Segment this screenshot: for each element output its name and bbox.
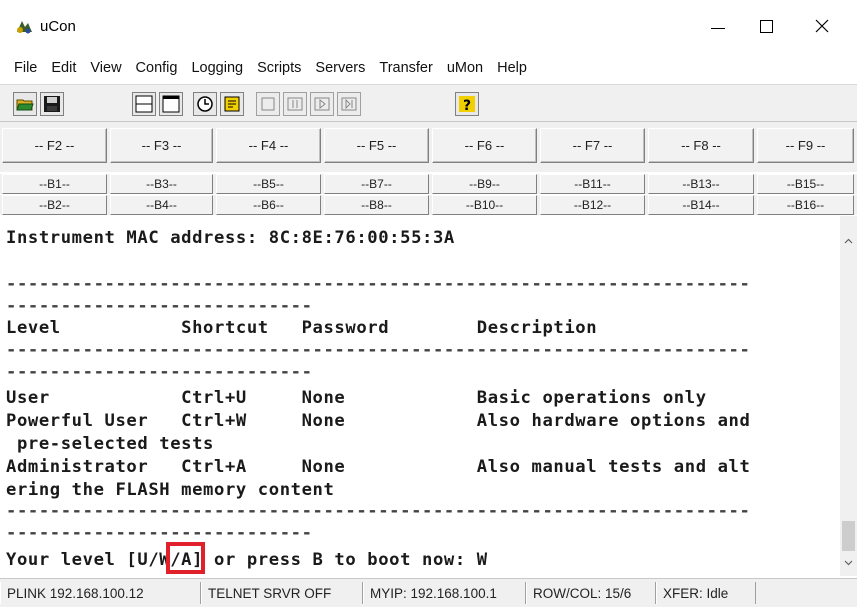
- terminal-separator: ----------------------------------------…: [6, 501, 751, 521]
- close-button[interactable]: [797, 0, 847, 52]
- play-button[interactable]: [310, 92, 334, 116]
- split-window-icon: [135, 95, 153, 113]
- title-bar: uCon: [0, 0, 857, 52]
- b4-button[interactable]: --B4--: [110, 195, 213, 215]
- f9-button[interactable]: -- F9 --: [757, 128, 854, 163]
- ucon-app-icon: [14, 18, 34, 36]
- chevron-up-icon: [844, 238, 853, 243]
- script-button[interactable]: [220, 92, 244, 116]
- b3-button[interactable]: --B3--: [110, 174, 213, 194]
- function-key-row: -- F2 -- -- F3 -- -- F4 -- -- F5 -- -- F…: [0, 122, 857, 172]
- b10-button[interactable]: --B10--: [432, 195, 537, 215]
- terminal-separator: ----------------------------------------…: [6, 274, 751, 294]
- status-myip: MYIP: 192.168.100.1: [363, 582, 526, 604]
- status-plink: PLINK 192.168.100.12: [0, 582, 201, 604]
- step-button[interactable]: [337, 92, 361, 116]
- help-icon: ?: [459, 96, 475, 113]
- terminal-separator: ----------------------------: [6, 296, 313, 316]
- terminal-line: Instrument MAC address: 8C:8E:76:00:55:3…: [6, 228, 455, 248]
- step-icon: [341, 97, 357, 111]
- f8-button[interactable]: -- F8 --: [648, 128, 754, 163]
- f6-button[interactable]: -- F6 --: [432, 128, 537, 163]
- clock-button[interactable]: [193, 92, 217, 116]
- menu-config[interactable]: Config: [130, 60, 184, 76]
- f2-button[interactable]: -- F2 --: [2, 128, 107, 163]
- b12-button[interactable]: --B12--: [540, 195, 645, 215]
- stop-button[interactable]: [256, 92, 280, 116]
- terminal-prompt: Your level [U/W/A] or press B to boot no…: [6, 550, 488, 570]
- chevron-down-icon: [844, 560, 853, 565]
- b1-button[interactable]: --B1--: [2, 174, 107, 194]
- pause-button[interactable]: [283, 92, 307, 116]
- stop-icon: [261, 97, 275, 111]
- f7-button[interactable]: -- F7 --: [540, 128, 645, 163]
- menu-file[interactable]: File: [8, 60, 43, 76]
- b9-button[interactable]: --B9--: [432, 174, 537, 194]
- menu-scripts[interactable]: Scripts: [251, 60, 307, 76]
- f4-button[interactable]: -- F4 --: [216, 128, 321, 163]
- single-window-button[interactable]: [159, 92, 183, 116]
- b5-button[interactable]: --B5--: [216, 174, 321, 194]
- terminal-separator: ----------------------------------------…: [6, 340, 751, 360]
- maximize-button[interactable]: [741, 0, 791, 52]
- help-button[interactable]: ?: [455, 92, 479, 116]
- clock-icon: [197, 96, 213, 112]
- b8-button[interactable]: --B8--: [324, 195, 429, 215]
- b11-button[interactable]: --B11--: [540, 174, 645, 194]
- scroll-down-button[interactable]: [840, 554, 857, 571]
- svg-text:?: ?: [463, 98, 471, 113]
- terminal-separator: ----------------------------: [6, 523, 313, 543]
- b7-button[interactable]: --B7--: [324, 174, 429, 194]
- minimize-button[interactable]: [693, 0, 743, 52]
- f3-button[interactable]: -- F3 --: [110, 128, 213, 163]
- b2-button[interactable]: --B2--: [2, 195, 107, 215]
- open-folder-icon: [16, 99, 34, 111]
- pause-icon: [287, 97, 303, 111]
- menu-logging[interactable]: Logging: [185, 60, 249, 76]
- scroll-up-button[interactable]: [840, 232, 857, 249]
- terminal-line: ering the FLASH memory content: [6, 480, 335, 500]
- script-icon: [224, 96, 240, 112]
- menu-edit[interactable]: Edit: [45, 60, 82, 76]
- terminal-line: Powerful User Ctrl+W None Also hardware …: [6, 411, 751, 431]
- menu-transfer[interactable]: Transfer: [373, 60, 438, 76]
- menu-help[interactable]: Help: [491, 60, 533, 76]
- b14-button[interactable]: --B14--: [648, 195, 754, 215]
- play-icon: [314, 97, 330, 111]
- button-row-even: --B2-- --B4-- --B6-- --B8-- --B10-- --B1…: [0, 195, 857, 215]
- window-title: uCon: [40, 18, 76, 35]
- toolbar: ?: [0, 84, 857, 122]
- b13-button[interactable]: --B13--: [648, 174, 754, 194]
- terminal-line: pre-selected tests: [6, 434, 215, 454]
- status-telnet: TELNET SRVR OFF: [201, 582, 363, 604]
- split-window-button[interactable]: [132, 92, 156, 116]
- status-rowcol: ROW/COL: 15/6: [526, 582, 656, 604]
- status-xfer: XFER: Idle: [656, 582, 756, 604]
- terminal-line: User Ctrl+U None Basic operations only: [6, 388, 707, 408]
- open-button[interactable]: [13, 92, 37, 116]
- scroll-thumb[interactable]: [842, 521, 855, 551]
- maximize-icon: [759, 19, 773, 33]
- minimize-icon: [711, 27, 725, 29]
- terminal-header: Level Shortcut Password Description: [6, 318, 598, 338]
- b15-button[interactable]: --B15--: [757, 174, 854, 194]
- terminal-output[interactable]: Instrument MAC address: 8C:8E:76:00:55:3…: [0, 216, 840, 576]
- save-button[interactable]: [40, 92, 64, 116]
- menu-view[interactable]: View: [84, 60, 127, 76]
- f5-button[interactable]: -- F5 --: [324, 128, 429, 163]
- menu-bar: File Edit View Config Logging Scripts Se…: [0, 54, 857, 82]
- single-window-icon: [162, 95, 180, 113]
- menu-servers[interactable]: Servers: [309, 60, 371, 76]
- close-icon: [815, 19, 829, 33]
- b6-button[interactable]: --B6--: [216, 195, 321, 215]
- status-bar: PLINK 192.168.100.12 TELNET SRVR OFF MYI…: [0, 578, 857, 607]
- button-row-odd: --B1-- --B3-- --B5-- --B7-- --B9-- --B11…: [0, 174, 857, 194]
- save-disk-icon: [44, 96, 60, 112]
- b16-button[interactable]: --B16--: [757, 195, 854, 215]
- menu-umon[interactable]: uMon: [441, 60, 489, 76]
- highlight-box: [166, 542, 205, 574]
- vertical-scrollbar[interactable]: [840, 216, 857, 576]
- terminal-line: Administrator Ctrl+A None Also manual te…: [6, 457, 751, 477]
- terminal-separator: ----------------------------: [6, 362, 313, 382]
